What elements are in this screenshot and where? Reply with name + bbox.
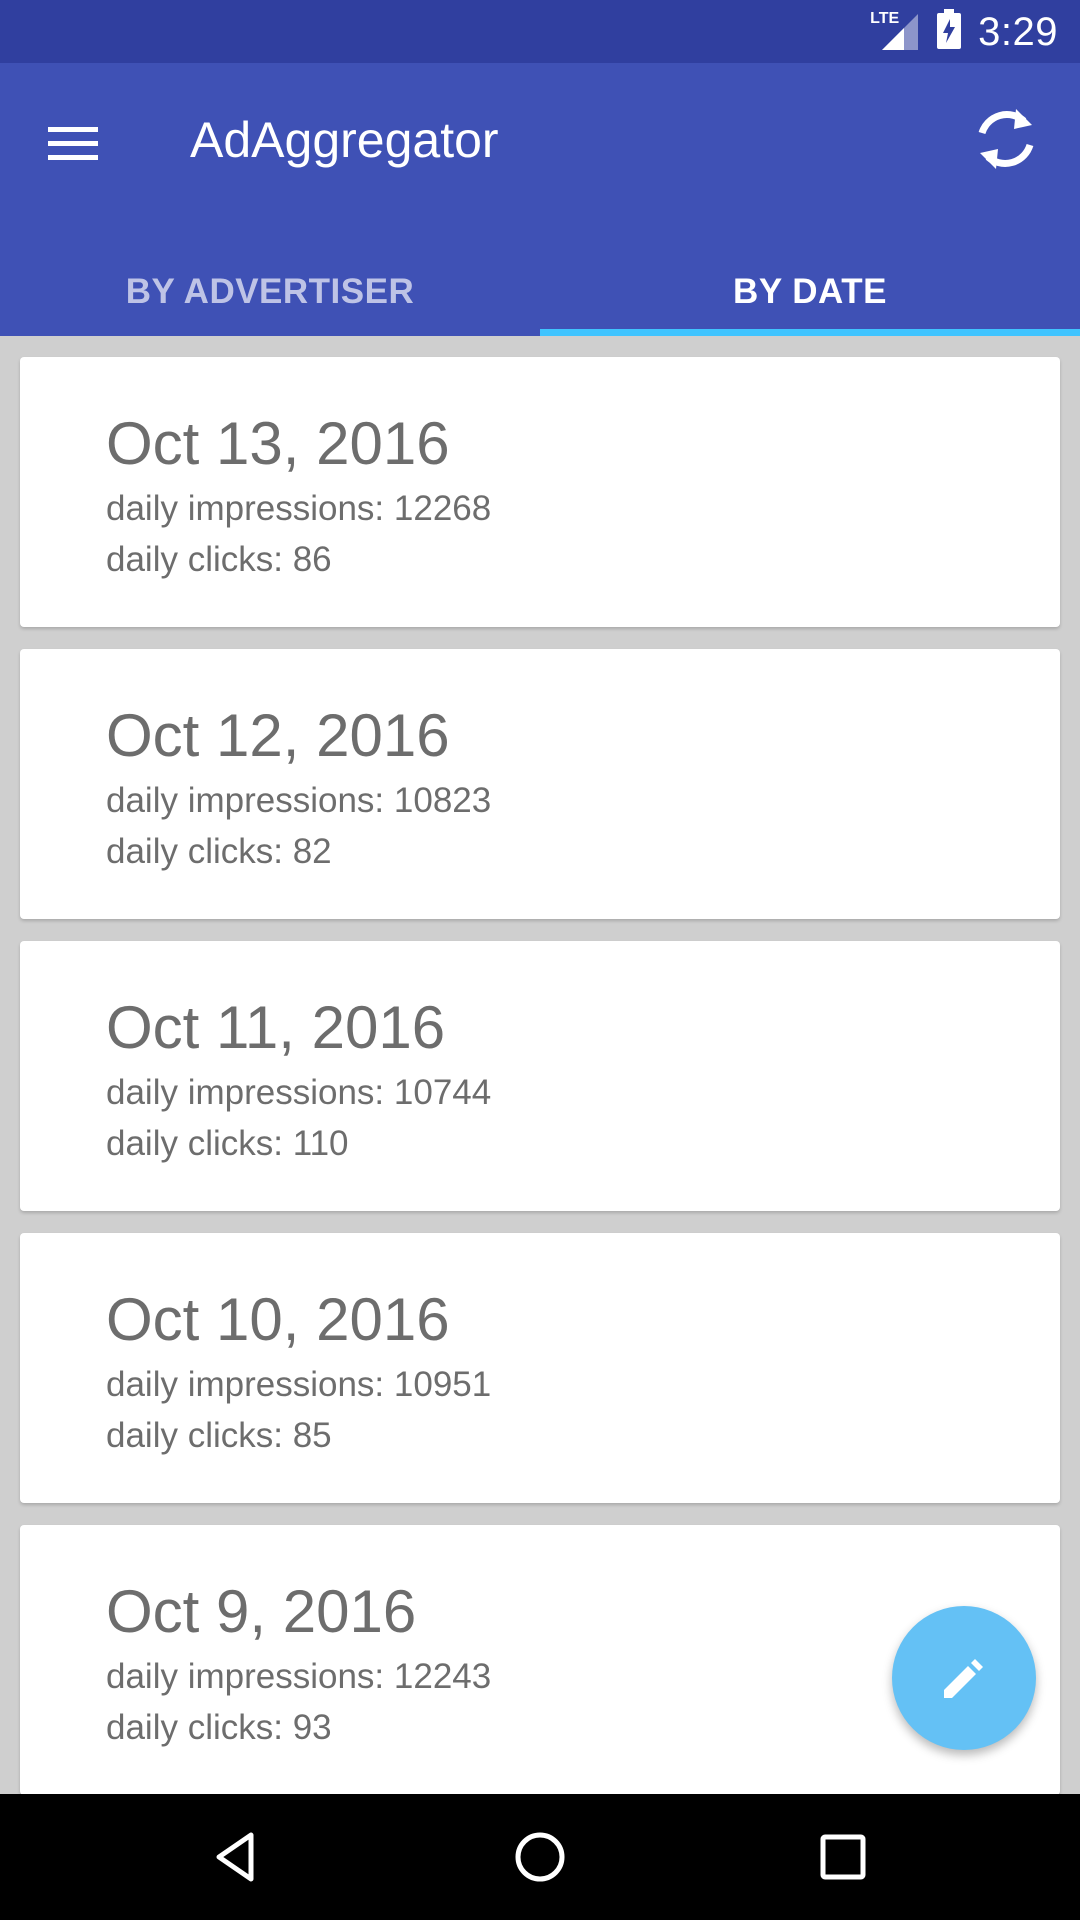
impressions-row: daily impressions: 10823 [106,781,491,821]
recents-square-icon[interactable] [803,1817,883,1897]
clicks-value: 85 [292,1416,332,1455]
system-nav-bar [0,1794,1080,1920]
clicks-label: daily clicks: [106,832,293,871]
impressions-row: daily impressions: 12268 [106,489,491,529]
impressions-row: daily impressions: 10951 [106,1365,491,1405]
impressions-value: 10744 [393,1073,492,1112]
card-date: Oct 12, 2016 [106,702,450,769]
hamburger-menu-icon[interactable] [44,113,104,173]
impressions-value: 10951 [393,1365,492,1404]
refresh-icon[interactable] [966,99,1046,179]
clicks-label: daily clicks: [106,1124,293,1163]
app-title: AdAggregator [190,112,499,168]
clicks-value: 110 [292,1124,349,1163]
impressions-value: 10823 [393,781,492,820]
network-type-label: LTE [870,9,900,27]
edit-fab-button[interactable] [892,1606,1036,1750]
impressions-row: daily impressions: 12243 [106,1657,491,1697]
card-date: Oct 13, 2016 [106,410,450,477]
card-date: Oct 11, 2016 [106,994,446,1061]
clicks-row: daily clicks: 82 [106,832,332,872]
cell-signal-icon: LTE [870,10,920,52]
impressions-label: daily impressions: [106,1073,394,1112]
clicks-label: daily clicks: [106,1416,293,1455]
status-icons: LTE 3:29 [870,0,1058,63]
date-card[interactable]: Oct 13, 2016 daily impressions: 12268 da… [20,357,1060,627]
date-card[interactable]: Oct 12, 2016 daily impressions: 10823 da… [20,649,1060,919]
impressions-label: daily impressions: [106,1365,394,1404]
clicks-row: daily clicks: 85 [106,1416,332,1456]
impressions-label: daily impressions: [106,1657,394,1696]
status-bar: LTE 3:29 [0,0,1080,63]
clicks-row: daily clicks: 110 [106,1124,349,1164]
home-circle-icon[interactable] [500,1817,580,1897]
date-card[interactable]: Oct 10, 2016 daily impressions: 10951 da… [20,1233,1060,1503]
clicks-value: 93 [292,1708,332,1747]
date-card[interactable]: Oct 11, 2016 daily impressions: 10744 da… [20,941,1060,1211]
clicks-row: daily clicks: 93 [106,1708,332,1748]
tab-indicator [540,329,1080,336]
tab-by-advertiser[interactable]: BY ADVERTISER [0,248,540,336]
clicks-value: 82 [292,832,332,871]
impressions-value: 12268 [393,489,492,528]
impressions-value: 12243 [393,1657,492,1696]
pencil-edit-icon [944,1659,983,1698]
clicks-value: 86 [292,540,332,579]
card-date: Oct 10, 2016 [106,1286,450,1353]
clicks-label: daily clicks: [106,1708,293,1747]
impressions-row: daily impressions: 10744 [106,1073,491,1113]
app-bar: AdAggregator BY ADVERTISER BY DATE [0,63,1080,336]
battery-charging-icon [936,9,962,54]
clock: 3:29 [978,9,1058,54]
impressions-label: daily impressions: [106,489,394,528]
card-date: Oct 9, 2016 [106,1578,417,1645]
clicks-label: daily clicks: [106,540,293,579]
tab-by-date[interactable]: BY DATE [540,248,1080,336]
impressions-label: daily impressions: [106,781,394,820]
back-triangle-icon[interactable] [197,1817,277,1897]
clicks-row: daily clicks: 86 [106,540,332,580]
